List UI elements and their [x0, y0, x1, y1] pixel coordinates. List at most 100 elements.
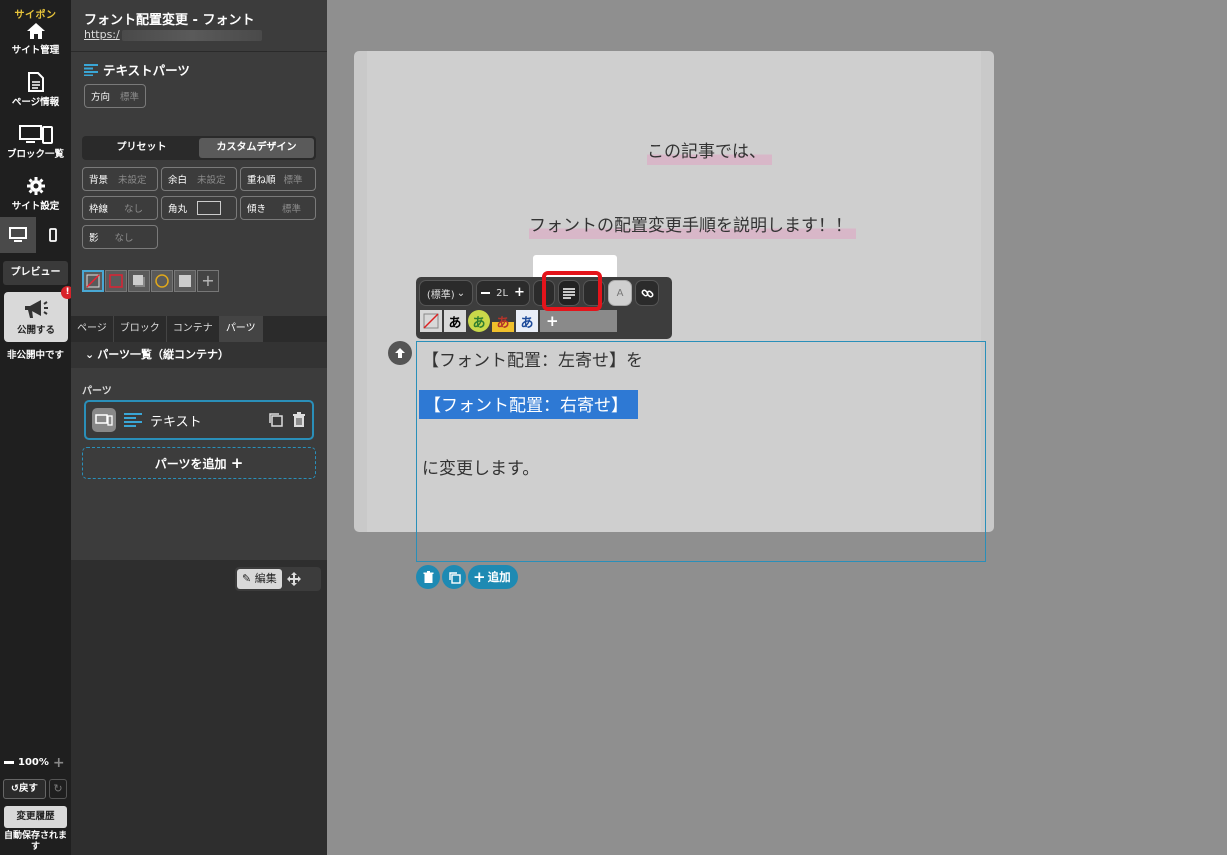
char-style-marker[interactable]: あ	[492, 310, 514, 332]
paragraph-1[interactable]: この記事では、	[647, 137, 772, 165]
tab-parts[interactable]: パーツ	[219, 316, 263, 342]
paragraph-2[interactable]: フォントの配置変更手順を説明します！！	[529, 211, 856, 239]
copy-icon[interactable]	[268, 412, 284, 428]
edit-button[interactable]: ✎ 編集	[237, 569, 282, 589]
text-part-editor[interactable]: 【フォント配置：左寄せ】を 【フォント配置：右寄せ】 に変更します。	[416, 341, 986, 562]
add-swatch-button[interactable]: +	[197, 270, 219, 292]
zoom-in-icon[interactable]: +	[53, 756, 65, 770]
slash-icon	[86, 274, 100, 288]
site-settings-button[interactable]: サイト設定	[0, 176, 71, 212]
tab-custom-design[interactable]: カスタムデザイン	[199, 138, 314, 158]
swatch-none[interactable]	[82, 270, 104, 292]
move-icon[interactable]	[286, 571, 302, 587]
undo-button[interactable]: ↺戻す	[3, 779, 46, 799]
part-title: テキストパーツ	[103, 63, 190, 78]
parts-section-label: パーツ	[82, 386, 112, 397]
undo-icon: ↺	[11, 783, 19, 794]
publish-button[interactable]: 公開する	[4, 292, 68, 342]
z-order-chip[interactable]: 重ね順 標準	[240, 167, 316, 191]
desktop-view-button[interactable]	[0, 217, 36, 253]
link-icon	[641, 289, 653, 297]
trash-icon[interactable]	[292, 412, 306, 428]
brand-logo: サイポン	[14, 10, 57, 21]
tab-block[interactable]: ブロック	[114, 316, 167, 342]
font-size-value: 2L	[496, 287, 509, 299]
home-icon	[26, 23, 45, 39]
part-actions: + 追加	[416, 565, 518, 589]
site-manage-button[interactable]: サイト管理	[0, 22, 71, 56]
link-button[interactable]	[635, 280, 659, 306]
redo-icon: ↻	[53, 782, 63, 795]
font-size-stepper[interactable]: 2L +	[476, 280, 530, 306]
edit-mode-switch: ✎ 編集	[235, 567, 321, 591]
font-select[interactable]: (標準) ⌄	[419, 280, 473, 306]
zoom-out-icon[interactable]	[4, 761, 14, 764]
padding-chip[interactable]: 余白 未設定	[161, 167, 237, 191]
add-label: 追加	[487, 570, 511, 584]
text-line-3[interactable]: に変更します。	[422, 454, 539, 479]
editor-area: この記事では、 フォントの配置変更手順を説明します！！ (標準) ⌄ 2L +	[327, 0, 1227, 855]
char-style-green[interactable]: あ	[468, 310, 490, 332]
highlight-callout	[542, 271, 602, 311]
swatch-shadow[interactable]	[128, 270, 150, 292]
radius-chip[interactable]: 角丸	[161, 196, 237, 220]
char-style-blue[interactable]: あ	[516, 310, 538, 332]
add-char-style[interactable]: +	[540, 310, 617, 332]
font-select-value: (標準)	[426, 289, 455, 301]
mobile-icon	[49, 228, 58, 242]
arrow-up-icon	[395, 348, 405, 358]
text-color-button[interactable]: A	[608, 280, 632, 306]
desktop-icon	[8, 227, 27, 242]
duplicate-part-button[interactable]	[442, 565, 466, 589]
tab-page[interactable]: ページ	[71, 316, 114, 342]
left-rail: サイポン サイト管理 ページ情報 ブロック一覧 サイト設定 プレビュー 公開する…	[0, 0, 74, 855]
background-label: 背景	[89, 175, 109, 186]
char-style-none[interactable]	[420, 310, 442, 332]
parts-list-header[interactable]: ⌄ パーツ一覧（縦コンテナ）	[71, 342, 327, 368]
plus-icon[interactable]: +	[514, 286, 525, 299]
move-up-button[interactable]	[388, 341, 412, 365]
minus-icon[interactable]	[481, 292, 491, 294]
add-part-button[interactable]: パーツを追加 +	[82, 447, 316, 479]
shadow-square-icon	[133, 275, 145, 287]
border-chip[interactable]: 枠線 なし	[82, 196, 158, 220]
device-switch	[0, 217, 71, 253]
panel-lower-area	[71, 560, 327, 855]
delete-part-button[interactable]	[416, 565, 440, 589]
tab-preset[interactable]: プリセット	[84, 138, 199, 158]
char-style-black[interactable]: あ	[444, 310, 466, 332]
shadow-chip[interactable]: 影 なし	[82, 225, 158, 249]
direction-label: 方向	[91, 92, 111, 103]
mobile-view-button[interactable]	[36, 217, 72, 253]
background-chip[interactable]: 背景 未設定	[82, 167, 158, 191]
part-item-text[interactable]: テキスト	[84, 400, 314, 440]
swatch-plain[interactable]	[174, 270, 196, 292]
swatch-circle[interactable]	[151, 270, 173, 292]
radius-label: 角丸	[168, 204, 188, 215]
toolbar-row-1: (標準) ⌄ 2L + A	[419, 280, 659, 306]
undo-redo: ↺戻す ↻	[3, 779, 67, 799]
page-info-label: ページ情報	[11, 97, 60, 108]
add-part-inline-button[interactable]: + 追加	[468, 565, 518, 589]
trash-icon	[423, 570, 433, 583]
parts-list-title: パーツ一覧（縦コンテナ）	[97, 348, 229, 361]
text-line-2-selected[interactable]: 【フォント配置：右寄せ】	[419, 390, 638, 419]
block-list-button[interactable]: ブロック一覧	[0, 124, 71, 160]
redo-button[interactable]: ↻	[49, 779, 67, 799]
page-url-link[interactable]: https:/	[84, 28, 262, 41]
tab-container[interactable]: コンテナ	[167, 316, 220, 342]
zoom-control: 100% +	[4, 756, 65, 770]
direction-chip[interactable]: 方向 標準	[84, 84, 147, 108]
history-button[interactable]: 変更履歴	[4, 806, 67, 828]
preview-button[interactable]: プレビュー	[3, 261, 68, 285]
devices-icon	[18, 125, 53, 144]
device-toggle-icon[interactable]	[92, 408, 116, 432]
text-line-1[interactable]: 【フォント配置：左寄せ】を	[422, 346, 643, 371]
tilt-chip[interactable]: 傾き 標準	[240, 196, 316, 220]
square-icon	[179, 275, 191, 287]
page-info-button[interactable]: ページ情報	[0, 72, 71, 108]
toolbar-row-2: あ あ あ あ +	[420, 310, 617, 332]
zoom-level: 100%	[18, 757, 49, 768]
swatch-red-border[interactable]	[105, 270, 127, 292]
circle-icon	[155, 274, 169, 288]
